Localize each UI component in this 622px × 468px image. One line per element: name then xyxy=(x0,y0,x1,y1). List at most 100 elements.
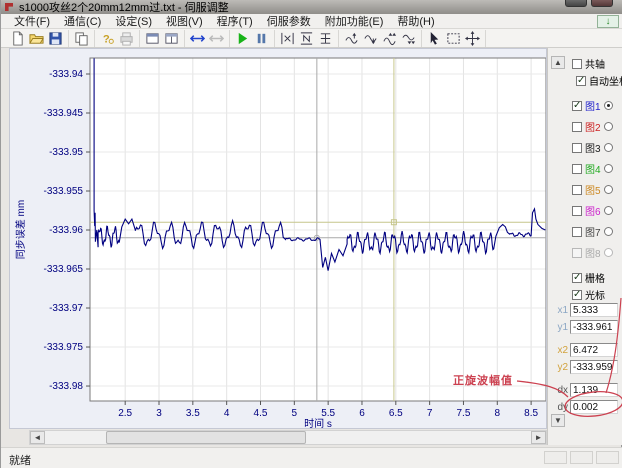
expand-x-icon[interactable] xyxy=(188,30,207,47)
checkbox-common-axis[interactable]: 共轴 xyxy=(572,56,605,71)
menu-file[interactable]: 文件(F) xyxy=(7,12,57,30)
svg-text:3.5: 3.5 xyxy=(186,408,200,419)
select-rect-icon[interactable] xyxy=(444,30,463,47)
copy-icon[interactable] xyxy=(72,30,91,47)
panel-toggle-button[interactable]: ↓ xyxy=(597,15,619,28)
menu-view[interactable]: 视图(V) xyxy=(159,12,210,30)
app-icon xyxy=(5,2,15,12)
scroll-left-icon[interactable]: ◄ xyxy=(30,431,45,444)
checkbox-auto-scale[interactable]: 自动坐标 xyxy=(576,73,622,88)
window-2-icon[interactable] xyxy=(162,30,181,47)
menu-addons[interactable]: 附加功能(E) xyxy=(318,12,391,30)
svg-text:2.5: 2.5 xyxy=(118,408,132,419)
toolbar: ? xyxy=(1,29,622,48)
svg-text:-333.945: -333.945 xyxy=(44,108,84,119)
radio-chart-3[interactable] xyxy=(604,143,613,152)
zoom-x-icon[interactable] xyxy=(278,30,297,47)
menu-bar: 文件(F) 通信(C) 设定(S) 视图(V) 程序(T) 伺服参数 附加功能(… xyxy=(1,14,622,29)
y1-field[interactable]: -333.961 xyxy=(570,320,618,334)
checkbox-chart-3[interactable]: 图3 xyxy=(572,140,613,155)
print-icon[interactable] xyxy=(117,30,136,47)
svg-text:同步误差 mm: 同步误差 mm xyxy=(14,200,27,259)
menu-servo-params[interactable]: 伺服参数 xyxy=(260,12,318,30)
side-panel: ▲ ▼ 共轴 自动坐标 图1 图2 图3 图4 xyxy=(547,48,622,445)
svg-text:?: ? xyxy=(103,33,110,45)
dx-field[interactable]: 1.139 xyxy=(570,383,618,397)
svg-text:7.5: 7.5 xyxy=(457,408,471,419)
svg-text:6: 6 xyxy=(359,408,365,419)
svg-text:5: 5 xyxy=(292,408,298,419)
svg-text:4: 4 xyxy=(224,408,230,419)
checkbox-chart-7[interactable]: 图7 xyxy=(572,224,613,239)
svg-text:-333.975: -333.975 xyxy=(44,342,84,353)
zoom-y-icon[interactable] xyxy=(297,30,316,47)
svg-text:时间 s: 时间 s xyxy=(304,417,332,428)
horizontal-scrollbar[interactable]: ◄ ► xyxy=(29,430,547,445)
panel-scroll-down-icon[interactable]: ▼ xyxy=(551,414,565,427)
menu-help[interactable]: 帮助(H) xyxy=(390,12,441,30)
y2-field[interactable]: -333.959 xyxy=(570,360,618,374)
svg-text:8.5: 8.5 xyxy=(524,408,538,419)
svg-text:8: 8 xyxy=(495,408,501,419)
scale-x-down-icon[interactable] xyxy=(361,30,380,47)
status-text: 就绪 xyxy=(9,452,31,468)
checkbox-chart-8[interactable]: 图8 xyxy=(572,245,613,260)
svg-text:-333.95: -333.95 xyxy=(49,147,83,158)
scrollbar-thumb[interactable] xyxy=(106,431,306,444)
start-icon[interactable] xyxy=(233,30,252,47)
radio-chart-6[interactable] xyxy=(604,206,613,215)
status-bar: 就绪 xyxy=(1,447,622,468)
zoom-fit-icon[interactable] xyxy=(316,30,335,47)
svg-text:-333.965: -333.965 xyxy=(44,264,84,275)
svg-text:-333.96: -333.96 xyxy=(49,225,83,236)
window-1-icon[interactable] xyxy=(143,30,162,47)
readout-dx: dx 1.139 xyxy=(554,383,618,397)
svg-text:-333.98: -333.98 xyxy=(49,381,83,392)
checkbox-chart-6[interactable]: 图6 xyxy=(572,203,613,218)
pause-icon[interactable] xyxy=(252,30,271,47)
open-file-icon[interactable] xyxy=(27,30,46,47)
scale-y-down-icon[interactable] xyxy=(399,30,418,47)
pan-icon[interactable] xyxy=(463,30,482,47)
radio-chart-8 xyxy=(604,248,613,257)
svg-text:-333.97: -333.97 xyxy=(49,303,83,314)
checkbox-chart-2[interactable]: 图2 xyxy=(572,119,613,134)
radio-chart-1[interactable] xyxy=(604,101,613,110)
save-icon[interactable] xyxy=(46,30,65,47)
svg-text:4.5: 4.5 xyxy=(254,408,268,419)
new-file-icon[interactable] xyxy=(8,30,27,47)
checkbox-chart-4[interactable]: 图4 xyxy=(572,161,613,176)
panel-scroll-up-icon[interactable]: ▲ xyxy=(551,56,565,69)
readout-y2: y2 -333.959 xyxy=(554,360,618,374)
help-key-icon[interactable]: ? xyxy=(98,30,117,47)
svg-text:7: 7 xyxy=(427,408,433,419)
scroll-right-icon[interactable]: ► xyxy=(531,431,546,444)
pointer-icon[interactable] xyxy=(425,30,444,47)
x1-field[interactable]: 5.333 xyxy=(570,303,618,317)
close-button[interactable] xyxy=(591,0,613,7)
svg-text:-333.94: -333.94 xyxy=(49,69,83,80)
checkbox-grid[interactable]: 栅格 xyxy=(572,270,605,285)
radio-chart-7[interactable] xyxy=(604,227,613,236)
checkbox-cursor[interactable]: 光标 xyxy=(572,287,605,302)
checkbox-chart-5[interactable]: 图5 xyxy=(572,182,613,197)
collapse-x-icon[interactable] xyxy=(207,30,226,47)
dy-field[interactable]: 0.002 xyxy=(570,400,618,414)
radio-chart-5[interactable] xyxy=(604,185,613,194)
radio-chart-4[interactable] xyxy=(604,164,613,173)
radio-chart-2[interactable] xyxy=(604,122,613,131)
x2-field[interactable]: 6.472 xyxy=(570,343,618,357)
checkbox-chart-1[interactable]: 图1 xyxy=(572,98,613,113)
menu-comm[interactable]: 通信(C) xyxy=(57,12,108,30)
readout-dy: dy 0.002 xyxy=(554,400,618,414)
readout-y1: y1 -333.961 xyxy=(554,320,618,334)
readout-x2: x2 6.472 xyxy=(554,343,618,357)
menu-program[interactable]: 程序(T) xyxy=(210,12,260,30)
svg-text:6.5: 6.5 xyxy=(389,408,403,419)
annotation-text: 正旋波幅值 xyxy=(453,372,513,388)
readout-x1: x1 5.333 xyxy=(554,303,618,317)
menu-settings[interactable]: 设定(S) xyxy=(108,12,159,30)
scale-y-up-icon[interactable] xyxy=(380,30,399,47)
scale-x-up-icon[interactable] xyxy=(342,30,361,47)
maximize-button[interactable] xyxy=(565,0,587,7)
